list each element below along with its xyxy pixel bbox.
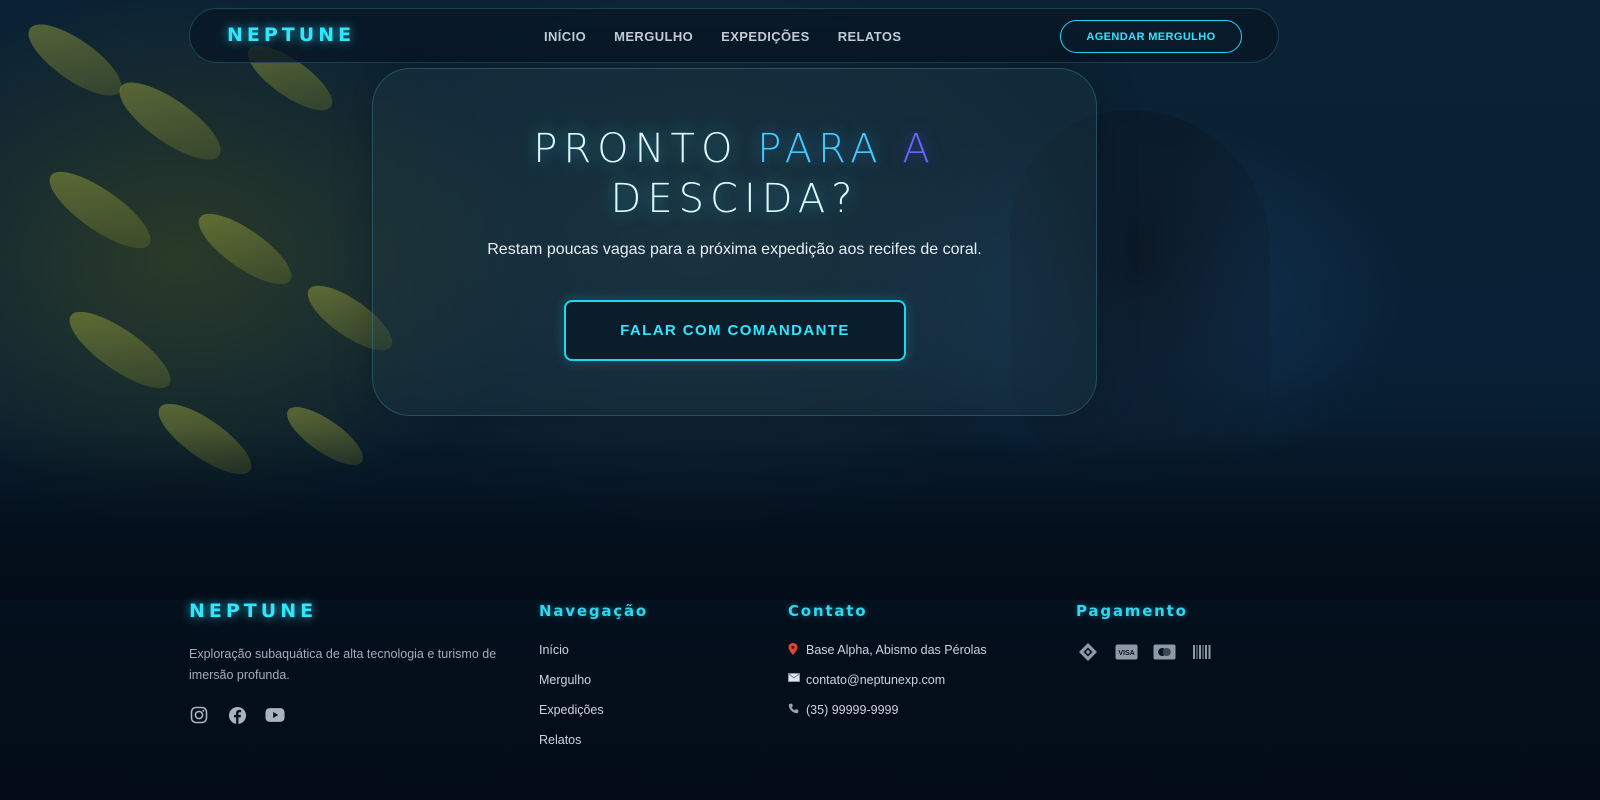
envelope-icon xyxy=(788,673,800,685)
nav-link-mergulho[interactable]: MERGULHO xyxy=(614,29,693,44)
footer-link-inicio[interactable]: Início xyxy=(539,643,604,673)
hero-card: PRONTO PARA A DESCIDA? Restam poucas vag… xyxy=(372,68,1097,416)
payment-methods: VISA xyxy=(1076,643,1214,661)
contact-phone-text[interactable]: (35) 99999-9999 xyxy=(806,703,898,717)
fish-shape xyxy=(39,159,161,261)
footer-contact: Base Alpha, Abismo das Pérolas contato@n… xyxy=(788,643,987,733)
svg-text:VISA: VISA xyxy=(1118,650,1134,657)
footer-link-relatos[interactable]: Relatos xyxy=(539,733,604,763)
top-navbar: NEPTUNE INÍCIO MERGULHO EXPEDIÇÕES RELAT… xyxy=(189,8,1279,63)
contact-commander-button[interactable]: FALAR COM COMANDANTE xyxy=(564,300,906,361)
hero-title-line2: DESCIDA? xyxy=(610,176,859,222)
hero-title-part2: PARA xyxy=(757,126,903,172)
footer-nav-heading: Navegação xyxy=(539,602,649,620)
fish-shape xyxy=(108,69,232,173)
contact-email[interactable]: contato@neptunexp.com xyxy=(788,673,987,703)
hero-title-part3: A xyxy=(902,126,936,172)
footer-nav: Início Mergulho Expedições Relatos xyxy=(539,643,604,763)
footer-link-mergulho[interactable]: Mergulho xyxy=(539,673,604,703)
schedule-dive-button[interactable]: AGENDAR MERGULHO xyxy=(1060,20,1242,53)
visa-icon: VISA xyxy=(1114,643,1138,661)
contact-email-text[interactable]: contato@neptunexp.com xyxy=(806,673,945,687)
nav-link-expedicoes[interactable]: EXPEDIÇÕES xyxy=(721,29,810,44)
social-links xyxy=(189,705,285,725)
pix-icon xyxy=(1076,643,1100,661)
hero-subtitle: Restam poucas vagas para a próxima exped… xyxy=(487,241,982,258)
location-pin-icon xyxy=(788,643,800,658)
footer-description: Exploração subaquática de alta tecnologi… xyxy=(189,647,497,682)
phone-icon xyxy=(788,703,800,717)
footer-logo[interactable]: NEPTUNE xyxy=(189,600,317,622)
fish-shape xyxy=(59,299,181,401)
contact-phone[interactable]: (35) 99999-9999 xyxy=(788,703,987,733)
hero-title-part1: PRONTO xyxy=(533,126,758,172)
instagram-icon[interactable] xyxy=(189,705,209,725)
nav-link-relatos[interactable]: RELATOS xyxy=(838,29,902,44)
fish-shape xyxy=(18,12,132,108)
footer-payment-heading: Pagamento xyxy=(1076,602,1188,620)
background-fade xyxy=(0,430,1600,600)
youtube-icon[interactable] xyxy=(265,705,285,725)
facebook-icon[interactable] xyxy=(227,705,247,725)
contact-address: Base Alpha, Abismo das Pérolas xyxy=(788,643,987,673)
fish-shape xyxy=(189,201,301,297)
nav-link-inicio[interactable]: INÍCIO xyxy=(544,29,586,44)
footer-contact-heading: Contato xyxy=(788,602,868,620)
barcode-icon xyxy=(1190,643,1214,661)
contact-address-text: Base Alpha, Abismo das Pérolas xyxy=(806,643,987,657)
mastercard-icon xyxy=(1152,643,1176,661)
nav-links: INÍCIO MERGULHO EXPEDIÇÕES RELATOS xyxy=(544,9,901,64)
hero-title: PRONTO PARA A DESCIDA? xyxy=(373,124,1096,224)
footer-link-expedicoes[interactable]: Expedições xyxy=(539,703,604,733)
brand-logo[interactable]: NEPTUNE xyxy=(227,24,355,46)
